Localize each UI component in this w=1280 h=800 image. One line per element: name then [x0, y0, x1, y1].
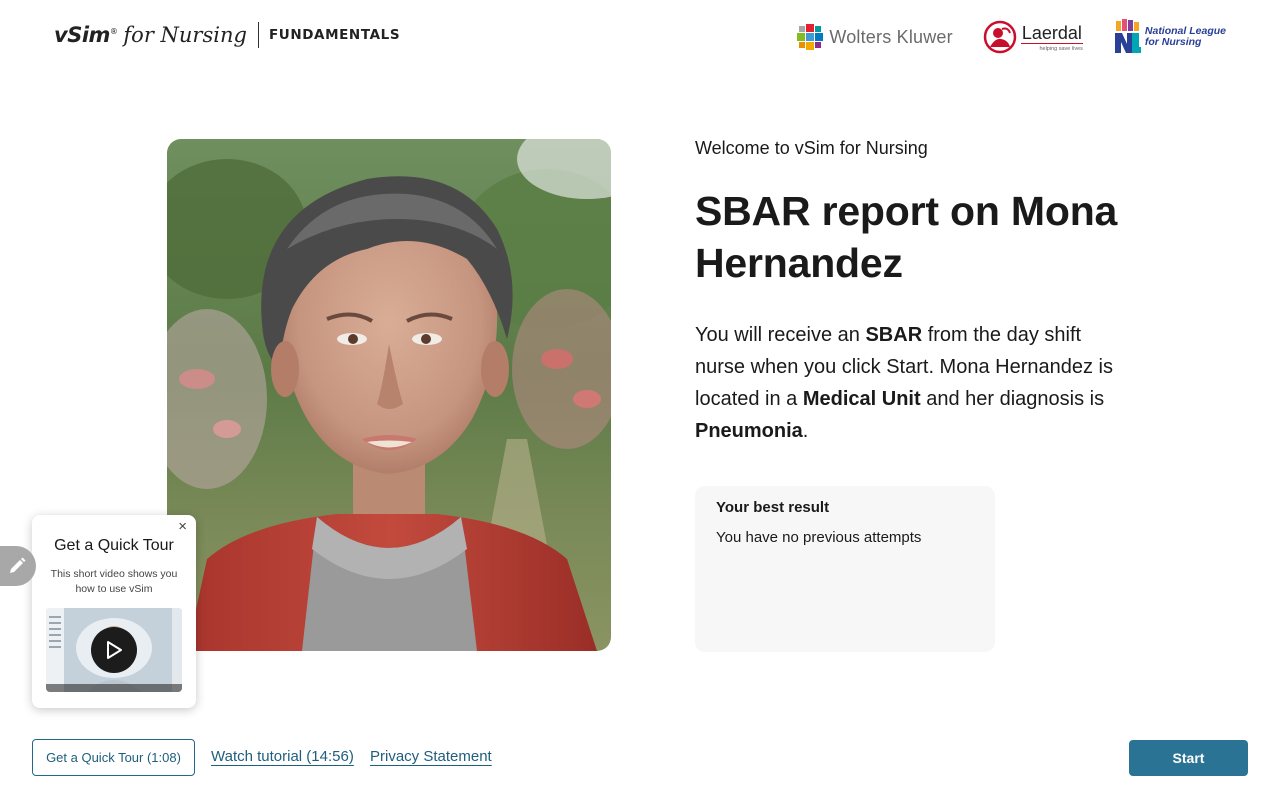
desc-diagnosis: Pneumonia — [695, 420, 803, 442]
close-icon[interactable]: × — [178, 519, 187, 535]
scenario-description: You will receive an SBAR from the day sh… — [695, 319, 1125, 447]
laerdal-logo: Laerdal helping save lives — [983, 20, 1083, 54]
quick-tour-button[interactable]: Get a Quick Tour (1:08) — [32, 739, 195, 776]
page-title: SBAR report on Mona Hernandez — [695, 188, 1118, 286]
watch-tutorial-link[interactable]: Watch tutorial (14:56) — [211, 748, 354, 765]
play-icon[interactable] — [91, 627, 137, 673]
brand-divider — [257, 22, 259, 48]
desc-unit: Medical Unit — [802, 388, 921, 410]
laerdal-icon — [983, 20, 1017, 54]
laerdal-tagline: helping save lives — [1039, 45, 1083, 52]
desc-sbar: SBAR — [865, 324, 923, 346]
start-button[interactable]: Start — [1129, 740, 1248, 776]
welcome-text: Welcome to vSim for Nursing — [695, 138, 928, 158]
quick-tour-video-thumbnail[interactable] — [46, 608, 182, 692]
header: vSim® for Nursing FUNDAMENTALS Wolters K… — [0, 0, 1280, 72]
wolters-kluwer-name: Wolters Kluwer — [829, 26, 953, 47]
desc-text-4: . — [802, 420, 809, 442]
best-result-card: Your best result You have no previous at… — [695, 486, 995, 652]
nln-name: National League for Nursing — [1145, 26, 1226, 48]
brand-vsim: vSim® — [54, 23, 118, 47]
wolters-kluwer-icon — [797, 24, 824, 50]
laerdal-text-block: Laerdal helping save lives — [1020, 22, 1083, 52]
brand-for-nursing: for Nursing — [123, 23, 247, 47]
quick-tour-description: This short video shows you how to use vS… — [50, 568, 178, 595]
privacy-statement-link[interactable]: Privacy Statement — [370, 748, 492, 765]
nln-name-line2: for Nursing — [1144, 36, 1202, 48]
wolters-kluwer-logo: Wolters Kluwer — [797, 24, 953, 50]
best-result-title: Your best result — [716, 499, 830, 516]
laerdal-name: Laerdal — [1020, 22, 1083, 44]
patient-image — [167, 139, 611, 651]
quick-tour-title: Get a Quick Tour — [54, 537, 174, 554]
play-triangle — [107, 641, 122, 659]
desc-text-1: You will receive an — [695, 324, 866, 346]
partner-logos: Wolters Kluwer Laerdal helping save live… — [797, 16, 1226, 58]
nln-icon — [1114, 19, 1141, 53]
quick-tour-popover: × Get a Quick Tour This short video show… — [32, 515, 196, 708]
brand-edition: FUNDAMENTALS — [268, 27, 401, 43]
pencil-glyph — [10, 557, 26, 573]
patient-portrait — [167, 139, 611, 651]
desc-text-3: and her diagnosis is — [920, 388, 1105, 410]
pencil-icon[interactable] — [0, 546, 36, 586]
nln-logo: National League for Nursing — [1113, 19, 1226, 55]
brand-logo: vSim® for Nursing FUNDAMENTALS — [54, 20, 400, 50]
best-result-text: You have no previous attempts — [716, 529, 922, 546]
